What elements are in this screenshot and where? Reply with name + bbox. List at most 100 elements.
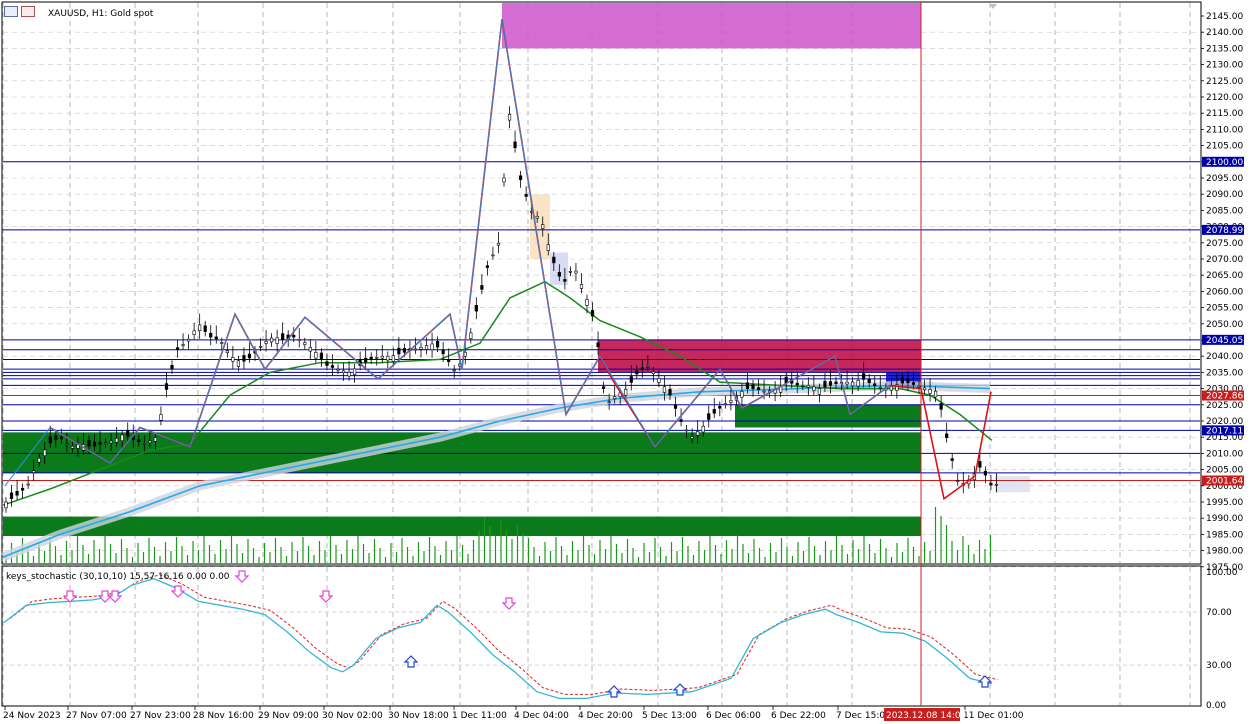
sell-arrow-icon [318, 590, 334, 603]
candle-body [231, 357, 235, 362]
candle-body [297, 338, 301, 341]
candle-body [380, 355, 384, 359]
candle-body [939, 403, 943, 410]
demand-zone-green-lower [3, 516, 921, 537]
candle-body [801, 385, 805, 387]
indicator-title: keys_stochastic (30,10,10) 15.57 16.16 0… [6, 572, 230, 582]
stoch-tick-label: 100.00 [1206, 568, 1238, 578]
candle-body [867, 378, 871, 384]
price-tick-label: 2135.00 [1206, 44, 1243, 54]
price-tick-label: 2115.00 [1206, 109, 1243, 119]
price-axis: 2145.00 2140.00 2135.00 2130.00 2125.00 2120.… [1201, 2, 1252, 573]
chart-type-icon[interactable] [4, 6, 18, 17]
time-tick-label: 1 Dec 11:00 [452, 711, 507, 721]
price-tick-label: 1985.00 [1206, 530, 1243, 540]
candle-body [806, 385, 810, 388]
indicator-list-icon[interactable] [21, 6, 35, 17]
candle-body [480, 285, 484, 290]
candle-body [198, 324, 202, 332]
candle-body [220, 342, 224, 344]
price-tick-label: 2125.00 [1206, 77, 1243, 87]
candle-body [364, 357, 368, 363]
candle-body [928, 389, 932, 394]
symbol-icons[interactable] [4, 6, 35, 17]
time-tick-label: 27 Nov 07:00 [66, 711, 127, 721]
zones [3, 3, 1030, 537]
candle-body [950, 458, 954, 461]
candle-body [214, 336, 218, 340]
candle-body [375, 357, 379, 359]
candle-body [187, 338, 191, 342]
candle-body [507, 113, 512, 121]
candle-body [629, 376, 633, 383]
candle-body [673, 404, 678, 409]
candle-body [98, 442, 102, 445]
candle-body [751, 384, 755, 389]
candle-body [812, 386, 816, 391]
candle-body [469, 332, 473, 340]
chart-canvas[interactable]: 2145.00 2140.00 2135.00 2130.00 2125.00 2120.… [0, 0, 1253, 724]
price-highlight-label: 2045.05 [1206, 336, 1243, 346]
candle-body [419, 346, 423, 350]
price-tick-label: 2110.00 [1206, 125, 1243, 135]
price-tick-label: 2145.00 [1206, 12, 1243, 22]
candle-body [563, 279, 567, 282]
candle-body [236, 360, 241, 367]
time-tick-label: 5 Dec 13:00 [642, 711, 697, 721]
sell-arrow-icon [501, 597, 517, 610]
candle-body [906, 378, 910, 384]
candle-body [496, 242, 501, 246]
time-axis: 24 Nov 2023 27 Nov 07:00 27 Nov 23:00 28 No… [3, 706, 1024, 721]
price-highlight-label: 2100.00 [1206, 158, 1243, 168]
candle-body [115, 437, 119, 443]
candle-body [369, 356, 373, 360]
price-tick-label: 2035.00 [1206, 368, 1243, 378]
price-highlight-label: 2017.11 [1206, 426, 1243, 436]
candle-body [662, 386, 667, 393]
candle-body [696, 431, 700, 436]
time-tick-label: 27 Nov 23:00 [130, 711, 191, 721]
candle-body [65, 443, 69, 446]
candle-body [104, 442, 108, 445]
candle-body [308, 346, 312, 352]
stochastic-lines [3, 574, 999, 700]
candle-body [48, 436, 52, 444]
candle-body [834, 381, 838, 385]
candle-body [192, 330, 196, 336]
time-tick-label: 6 Dec 06:00 [706, 711, 761, 721]
price-tick-label: 2090.00 [1206, 190, 1243, 200]
candle-body [247, 353, 252, 359]
time-tick-label: 24 Nov 2023 [3, 711, 61, 721]
candle-body [485, 265, 490, 268]
candle-body [242, 355, 246, 362]
price-tick-label: 2130.00 [1206, 61, 1243, 71]
candle-body [557, 272, 561, 277]
candle-body [651, 371, 655, 374]
candle-body [447, 359, 451, 362]
time-tick-label: 30 Nov 02:00 [322, 711, 383, 721]
chart-window[interactable]: 2145.00 2140.00 2135.00 2130.00 2125.00 2120.… [0, 0, 1253, 724]
stoch-signal-line [9, 574, 999, 695]
buy-arrow-icon [403, 655, 419, 668]
candle-body [37, 457, 41, 463]
candle-body [878, 387, 882, 389]
candle-body [922, 387, 927, 391]
candle-body [568, 271, 572, 273]
candle-body [823, 380, 827, 388]
candle-body [148, 440, 152, 444]
zone-lavender-right [995, 476, 1030, 493]
candle-body [690, 436, 694, 439]
candle-body [590, 310, 595, 317]
candle-body [679, 419, 683, 422]
candle-body [225, 350, 229, 354]
candle-body [657, 378, 661, 383]
stoch-axis: 100.00 70.00 30.00 0.00 [1206, 568, 1238, 711]
candle-body [956, 480, 960, 482]
candle-body [164, 383, 169, 390]
price-tick-label: 1995.00 [1206, 498, 1243, 508]
price-tick-label: 2085.00 [1206, 206, 1243, 216]
candle-body [524, 194, 528, 197]
candle-body [989, 482, 993, 486]
candle-body [745, 382, 750, 389]
candle-body [452, 369, 456, 372]
